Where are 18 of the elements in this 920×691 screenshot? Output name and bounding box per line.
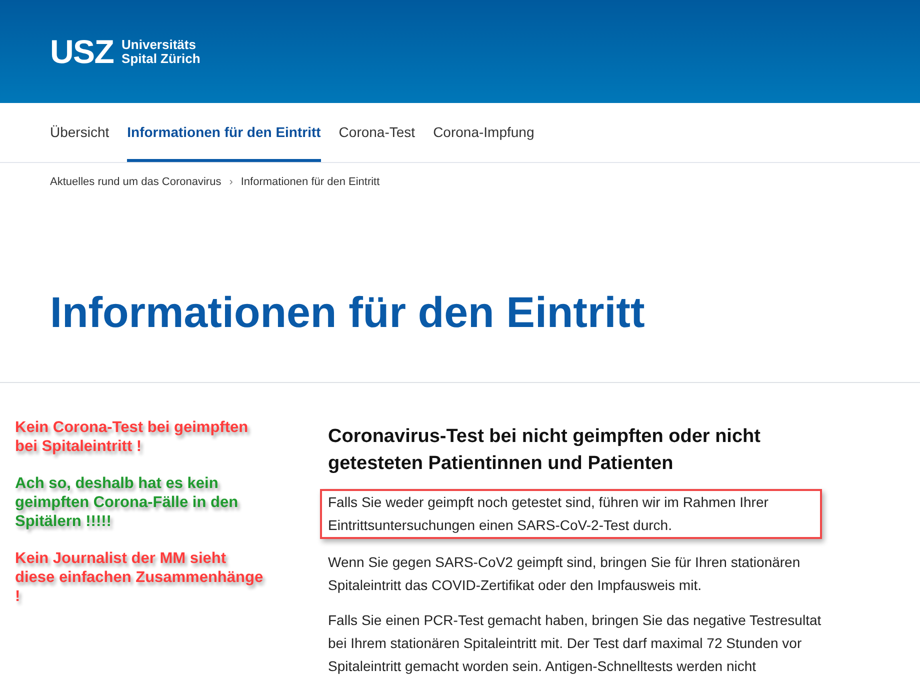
annotation-text: Kein Corona-Test bei geimpften bei Spitaleintritt !: [15, 418, 250, 456]
logo-text: Spital Zürich: [122, 52, 200, 66]
annotation-text: Ach so, deshalb hat es kein geimpften Corona-Fälle in den Spitälern !!!!!: [15, 474, 240, 531]
logo-mark[interactable]: USZ: [50, 35, 114, 68]
paragraph: Falls Sie einen PCR-Test gemacht haben, bringen Sie das negative Testresultat bei Ihrem stationären Spitaleintritt mit. Der Test darf maximal 72 Stunden vor Spitaleintritt gemacht worden sein. Antigen-Schnelltests werden nicht: [328, 611, 822, 676]
section-heading: Coronavirus-Test bei nicht geimpften oder nicht getesteten Patientinnen und Patienten: [328, 425, 762, 476]
nav-tab[interactable]: Übersicht: [50, 103, 110, 162]
annotation-text: Kein Journalist der MM sieht diese einfachen Zusammenhänge !: [15, 549, 264, 606]
nav-tab[interactable]: Informationen für den Eintritt: [127, 103, 321, 162]
logo-text: Universitäts: [122, 38, 197, 52]
nav-tab[interactable]: Corona-Impfung: [433, 103, 534, 162]
highlighted-paragraph: Falls Sie weder geimpft noch getestet sind, führen wir im Rahmen Ihrer Eintrittsuntersuchungen einen SARS-CoV-2-Test durch.: [320, 489, 822, 539]
breadcrumb-link[interactable]: Aktuelles rund um das Coronavirus: [50, 174, 222, 190]
breadcrumb-link[interactable]: Informationen für den Eintritt: [240, 174, 380, 190]
paragraph: Wenn Sie gegen SARS-CoV2 geimpft sind, bringen Sie für Ihren stationären Spitaleintritt das COVID-Zertifikat oder den Impfausweis mit.: [328, 553, 802, 595]
nav-tab[interactable]: Corona-Test: [338, 103, 416, 162]
breadcrumb-separator: ›: [229, 174, 233, 190]
page-title: Informationen für den Eintritt: [50, 292, 645, 335]
